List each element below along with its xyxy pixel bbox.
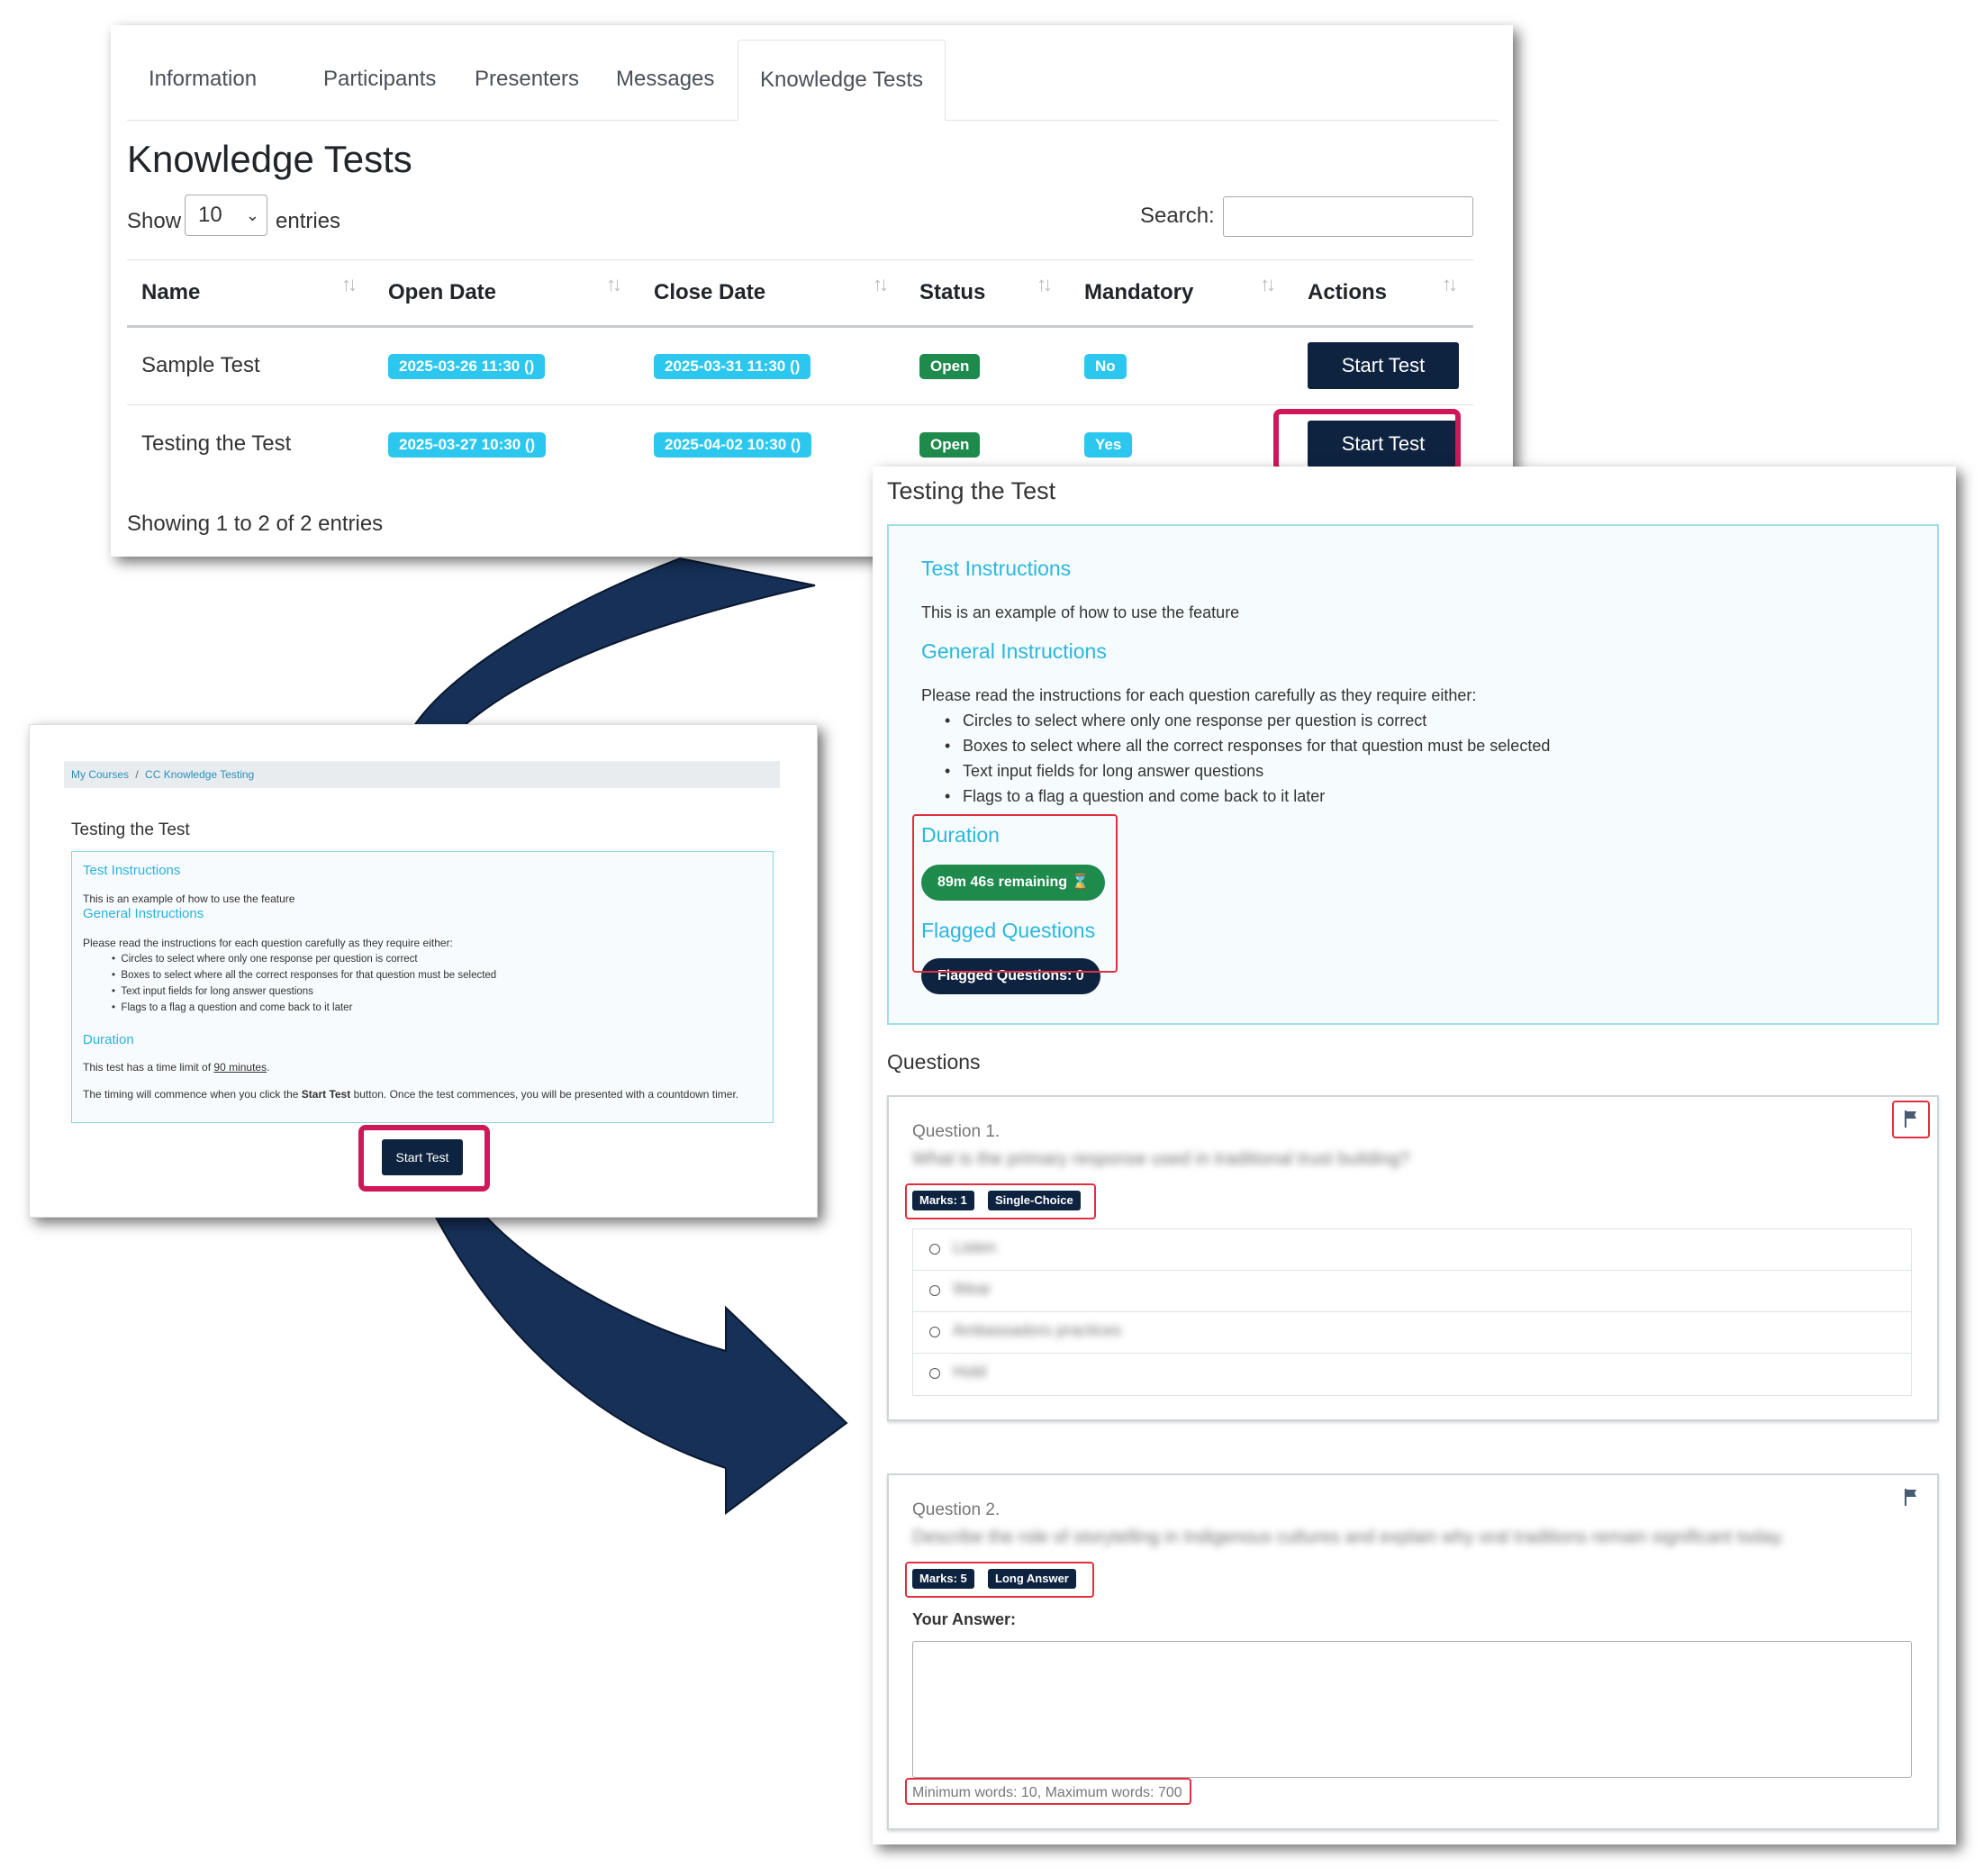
tab-knowledge-tests[interactable]: Knowledge Tests	[738, 40, 946, 121]
test-name: Testing the Test	[141, 431, 292, 456]
column-header-mandatory[interactable]: Mandatory	[1084, 260, 1193, 325]
highlight-flag	[1892, 1101, 1930, 1138]
question-card: Question 2. Describe the role of storyte…	[887, 1473, 1939, 1830]
general-instructions-heading: General Instructions	[83, 906, 204, 921]
tab-participants[interactable]: Participants	[302, 40, 457, 119]
entries-select[interactable]: 10 ⌄	[185, 195, 267, 236]
breadcrumb-separator: /	[135, 768, 139, 781]
general-instructions-intro: Please read the instructions for each qu…	[921, 686, 1477, 704]
page-title: Testing the Test	[71, 820, 190, 839]
answer-textarea[interactable]	[912, 1641, 1912, 1778]
test-instructions-heading: Test Instructions	[83, 863, 181, 878]
status-badge: Open	[919, 432, 981, 458]
instructions-box: Test Instructions This is an example of …	[71, 851, 774, 1123]
start-test-button[interactable]: Start Test	[1308, 342, 1459, 389]
table-info: Showing 1 to 2 of 2 entries	[127, 512, 384, 536]
mandatory-badge: No	[1084, 354, 1127, 379]
time-limit-text: This test has a time limit of 90 minutes…	[83, 1061, 270, 1074]
breadcrumb-my-courses[interactable]: My Courses	[71, 768, 129, 781]
column-header-status[interactable]: Status	[919, 260, 985, 325]
timing-text: The timing will commence when you click …	[83, 1088, 739, 1101]
entries-select-value: 10	[198, 203, 222, 227]
question-number: Question 1.	[912, 1122, 1001, 1141]
option-row[interactable]: Ambassadors practices	[913, 1312, 1911, 1354]
list-item: Boxes to select where all the correct re…	[945, 737, 1550, 756]
list-item: Flags to a flag a question and come back…	[945, 787, 1325, 806]
entries-label: entries	[276, 209, 341, 233]
options-list: Listen Wear Ambassadors practices Hold	[912, 1228, 1912, 1396]
list-item: • Text input fields for long answer ques…	[112, 986, 313, 997]
highlight-start-test	[358, 1125, 490, 1192]
option-text: Ambassadors practices	[953, 1321, 1122, 1339]
test-instructions-heading: Test Instructions	[921, 557, 1072, 580]
test-instructions-text: This is an example of how to use the fea…	[921, 603, 1240, 621]
highlight-word-limits	[905, 1778, 1191, 1805]
list-item: • Circles to select where only one respo…	[112, 954, 418, 965]
close-date-badge: 2025-04-02 10:30 ()	[654, 432, 812, 458]
tab-information[interactable]: Information	[127, 40, 278, 119]
radio-button[interactable]	[929, 1244, 940, 1255]
sort-icon[interactable]: ↑↓	[1260, 273, 1276, 296]
column-header-name[interactable]: Name	[141, 260, 200, 325]
show-label: Show	[127, 209, 182, 233]
page-title: Knowledge Tests	[127, 138, 412, 180]
option-row[interactable]: Listen	[913, 1229, 1911, 1271]
instructions-box: Test Instructions This is an example of …	[887, 524, 1939, 1025]
status-badge: Open	[919, 354, 981, 379]
question-text: Describe the role of storytelling in Ind…	[912, 1527, 1786, 1547]
sort-icon[interactable]: ↑↓	[606, 273, 622, 296]
questions-heading: Questions	[887, 1050, 981, 1074]
radio-button[interactable]	[929, 1368, 940, 1379]
column-header-open-date[interactable]: Open Date	[388, 260, 496, 325]
option-row[interactable]: Hold	[913, 1354, 1911, 1395]
radio-button[interactable]	[929, 1327, 940, 1337]
highlight-timer-flags	[912, 814, 1118, 973]
column-header-close-date[interactable]: Close Date	[654, 260, 765, 325]
breadcrumb: My Courses / CC Knowledge Testing	[64, 761, 780, 788]
search-input[interactable]	[1223, 196, 1473, 237]
radio-button[interactable]	[929, 1285, 940, 1296]
test-in-progress-panel: Testing the Test Test Instructions This …	[873, 467, 1956, 1844]
highlight-start-test	[1273, 409, 1461, 472]
column-header-actions[interactable]: Actions	[1308, 260, 1387, 325]
search-label: Search:	[1140, 204, 1215, 228]
list-item: Circles to select where only one respons…	[945, 711, 1426, 730]
option-text: Wear	[953, 1280, 992, 1298]
sort-icon[interactable]: ↑↓	[873, 273, 889, 296]
open-date-badge: 2025-03-26 11:30 ()	[388, 354, 546, 379]
flag-icon[interactable]	[1901, 1486, 1923, 1508]
close-date-badge: 2025-03-31 11:30 ()	[654, 354, 811, 379]
option-text: Hold	[953, 1363, 987, 1381]
general-instructions-heading: General Instructions	[921, 639, 1107, 663]
highlight-tags	[905, 1562, 1094, 1598]
sort-icon[interactable]: ↑↓	[1442, 273, 1458, 296]
mandatory-badge: Yes	[1084, 432, 1133, 458]
sort-icon[interactable]: ↑↓	[341, 273, 358, 296]
table-row: Sample Test 2025-03-26 11:30 () 2025-03-…	[127, 327, 1473, 405]
tab-messages[interactable]: Messages	[594, 40, 736, 119]
question-text: What is the primary response used in tra…	[912, 1149, 1410, 1169]
question-number: Question 2.	[912, 1500, 1001, 1519]
your-answer-label: Your Answer:	[912, 1610, 1017, 1628]
question-card: Question 1. What is the primary response…	[887, 1095, 1939, 1421]
list-item: • Boxes to select where all the correct …	[112, 970, 497, 981]
option-row[interactable]: Wear	[913, 1271, 1911, 1312]
breadcrumb-course[interactable]: CC Knowledge Testing	[145, 768, 254, 781]
duration-heading: Duration	[83, 1032, 134, 1047]
tab-presenters[interactable]: Presenters	[453, 40, 601, 119]
test-instructions-text: This is an example of how to use the fea…	[83, 893, 295, 905]
option-text: Listen	[953, 1238, 997, 1256]
highlight-tags	[905, 1183, 1096, 1219]
sort-icon[interactable]: ↑↓	[1037, 273, 1053, 296]
table-header: Name ↑↓ Open Date ↑↓ Close Date ↑↓ Statu…	[127, 259, 1473, 328]
open-date-badge: 2025-03-27 10:30 ()	[388, 432, 547, 458]
list-item: Text input fields for long answer questi…	[945, 762, 1263, 781]
tab-bar: Information Participants Presenters Mess…	[127, 40, 1499, 121]
test-name: Sample Test	[141, 353, 260, 377]
general-instructions-intro: Please read the instructions for each qu…	[83, 937, 453, 949]
chevron-down-icon: ⌄	[245, 206, 259, 224]
test-preview-panel: My Courses / CC Knowledge Testing Testin…	[29, 724, 818, 1218]
list-item: • Flags to a flag a question and come ba…	[112, 1002, 353, 1013]
page-title: Testing the Test	[887, 477, 1056, 504]
